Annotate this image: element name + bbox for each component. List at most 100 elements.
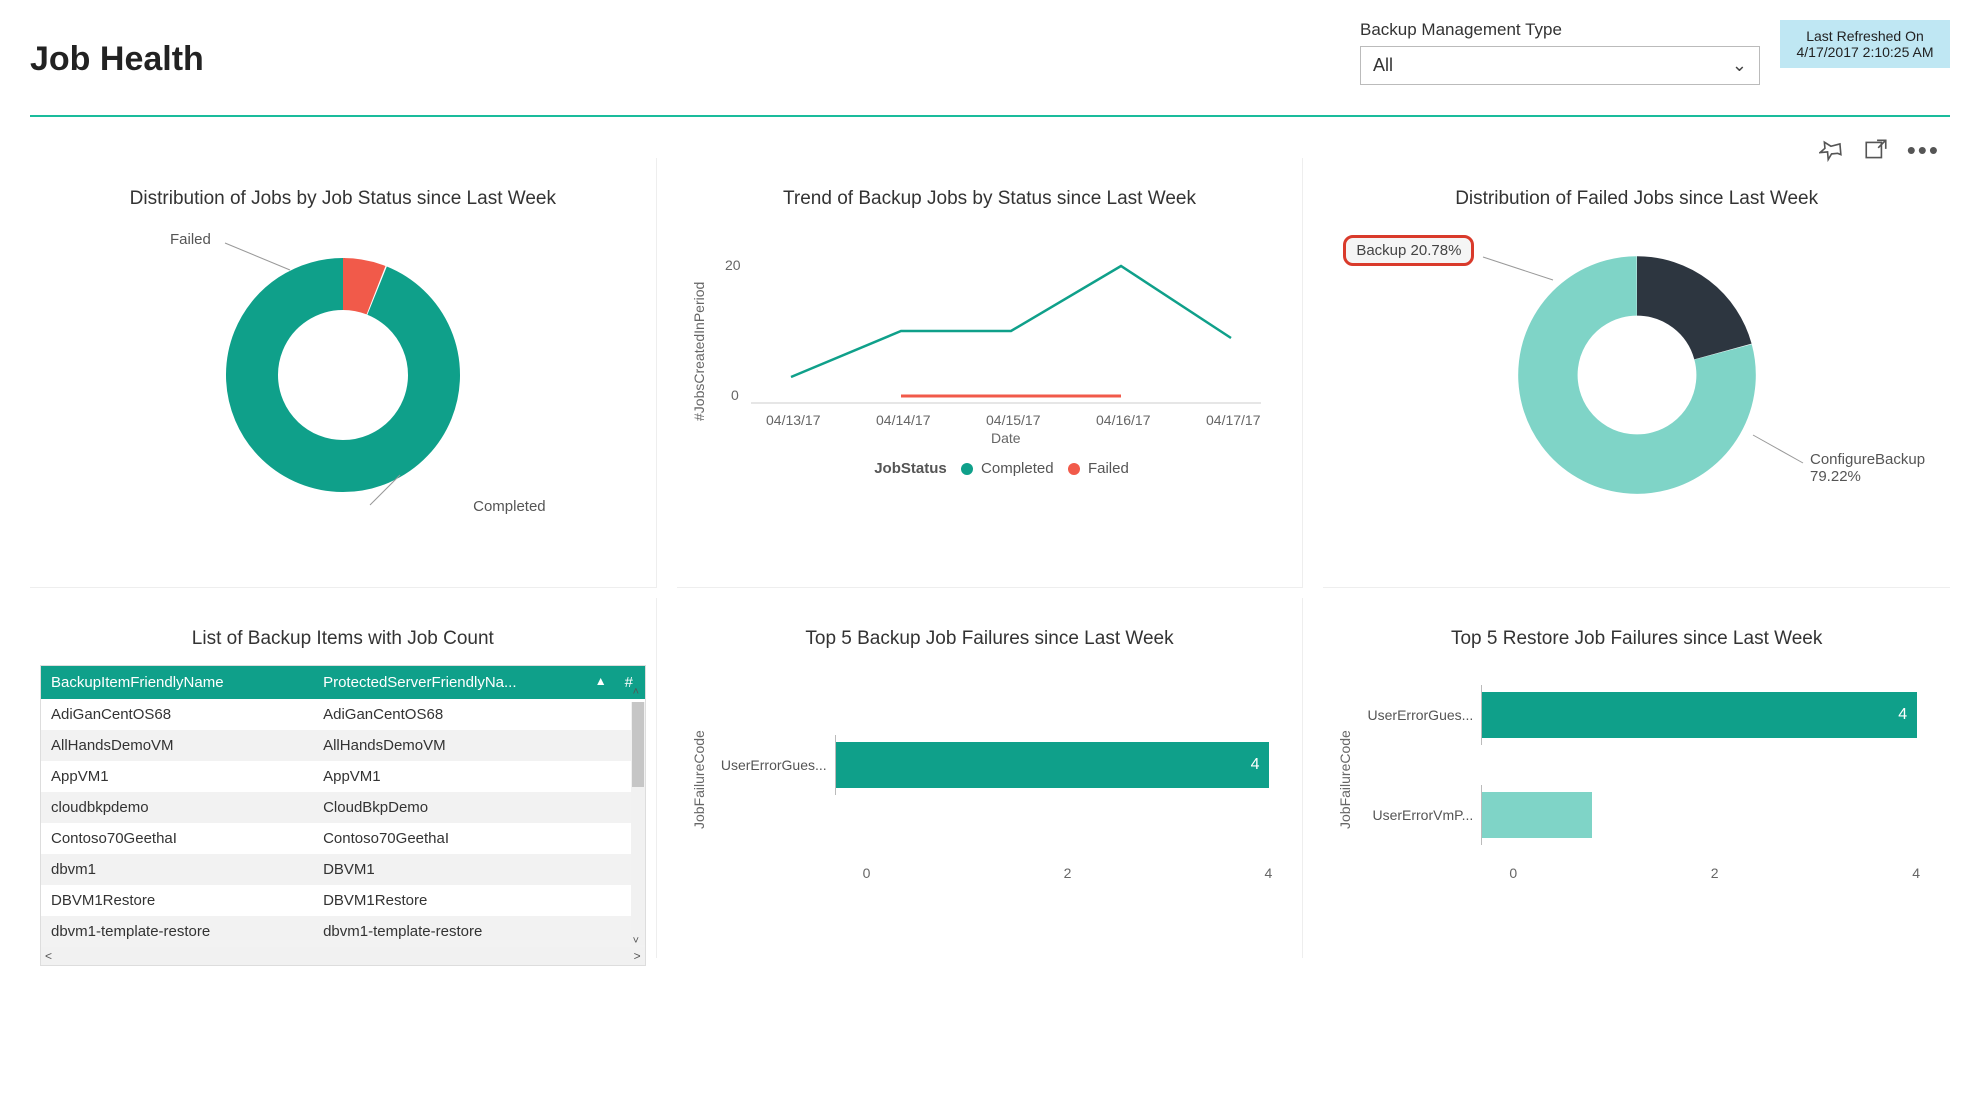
filter-backup-mgmt-type: Backup Management Type All ⌄ [1360, 20, 1760, 85]
y-axis-label: #JobsCreatedInPeriod [687, 225, 711, 477]
cell-protectedserver: AllHandsDemoVM [313, 730, 615, 761]
xtick: 2 [1711, 865, 1719, 881]
table-row[interactable]: AppVM1AppVM1 [41, 761, 645, 792]
svg-text:Date: Date [991, 430, 1021, 445]
filter-label: Backup Management Type [1360, 20, 1760, 40]
cell-protectedserver: DBVM1Restore [313, 885, 615, 916]
x-axis: 0 2 4 [1509, 865, 1940, 881]
svg-text:04/14/17: 04/14/17 [876, 412, 931, 428]
swatch-failed [1068, 463, 1080, 475]
svg-text:04/17/17: 04/17/17 [1206, 412, 1261, 428]
bar-category: UserErrorGues... [1361, 707, 1481, 723]
table-row[interactable]: AllHandsDemoVMAllHandsDemoVM [41, 730, 645, 761]
bar-fill: 4 [1482, 692, 1917, 738]
donut-chart: Failed Completed [40, 225, 646, 525]
table-row[interactable]: AdiGanCentOS68AdiGanCentOS68 [41, 699, 645, 730]
filter-value: All [1373, 55, 1393, 76]
donut-svg [1502, 240, 1772, 510]
scroll-up-icon[interactable]: ˄ [633, 686, 639, 698]
xtick: 0 [1509, 865, 1517, 881]
bar-row: UserErrorGues... 4 [715, 735, 1293, 795]
label-configure-pct: 79.22% [1810, 468, 1861, 485]
table-row[interactable]: DBVM1RestoreDBVM1Restore [41, 885, 645, 916]
sort-asc-icon: ▲ [595, 674, 607, 688]
panel-title: Top 5 Backup Job Failures since Last Wee… [687, 628, 1293, 650]
vertical-scrollbar[interactable]: ˄ ˅ [631, 702, 645, 945]
legend: JobStatus Completed Failed [711, 460, 1293, 477]
refresh-time: 4/17/2017 2:10:25 AM [1794, 44, 1936, 60]
panel-backup-failures-bar[interactable]: Top 5 Backup Job Failures since Last Wee… [677, 598, 1304, 958]
table-row[interactable]: dbvm1-template-restoredbvm1-template-res… [41, 916, 645, 947]
panel-title: List of Backup Items with Job Count [40, 628, 646, 650]
xtick: 2 [1064, 865, 1072, 881]
cell-protectedserver: Contoso70GeethaI [313, 823, 615, 854]
donut-svg [213, 245, 473, 505]
bar-fill [1482, 792, 1592, 838]
xtick: 4 [1912, 865, 1920, 881]
svg-text:04/15/17: 04/15/17 [986, 412, 1041, 428]
y-axis-label: JobFailureCode [1333, 665, 1357, 895]
label-failed: Failed [170, 231, 211, 248]
line-svg: 0 20 04/13/17 04/14/17 04/15/17 04/16/17… [711, 225, 1271, 445]
dashboard-grid: Distribution of Jobs by Job Status since… [30, 158, 1950, 958]
header-right: Backup Management Type All ⌄ Last Refres… [1360, 20, 1950, 85]
cell-backupitem: cloudbkpdemo [41, 792, 313, 823]
legend-completed: Completed [981, 460, 1054, 477]
swatch-completed [961, 463, 973, 475]
table-row[interactable]: cloudbkpdemoCloudBkpDemo [41, 792, 645, 823]
table-wrap: BackupItemFriendlyName ProtectedServerFr… [40, 665, 646, 966]
table: BackupItemFriendlyName ProtectedServerFr… [41, 666, 645, 947]
xtick: 0 [863, 865, 871, 881]
panel-restore-failures-bar[interactable]: Top 5 Restore Job Failures since Last We… [1323, 598, 1950, 958]
refresh-label: Last Refreshed On [1794, 28, 1936, 44]
table-header-row: BackupItemFriendlyName ProtectedServerFr… [41, 666, 645, 699]
header: Job Health Backup Management Type All ⌄ … [30, 10, 1950, 105]
scroll-left-icon[interactable]: < [45, 949, 52, 963]
cell-backupitem: AdiGanCentOS68 [41, 699, 313, 730]
cell-backupitem: dbvm1 [41, 854, 313, 885]
panel-trend-line[interactable]: Trend of Backup Jobs by Status since Las… [677, 158, 1304, 588]
line-chart: #JobsCreatedInPeriod 0 20 04/13/17 04/14… [687, 225, 1293, 477]
bar-category: UserErrorGues... [715, 757, 835, 773]
xtick: 4 [1265, 865, 1273, 881]
svg-text:04/16/17: 04/16/17 [1096, 412, 1151, 428]
callout-backup: Backup 20.78% [1343, 235, 1474, 266]
label-configure-name: ConfigureBackup [1810, 451, 1925, 468]
cell-protectedserver: DBVM1 [313, 854, 615, 885]
label-completed: Completed [473, 498, 546, 515]
cell-protectedserver: dbvm1-template-restore [313, 916, 615, 947]
col-backupitem[interactable]: BackupItemFriendlyName [41, 666, 313, 699]
donut-chart: Backup 20.78% ConfigureBackup 79.22% [1333, 225, 1940, 525]
panel-failed-donut[interactable]: Distribution of Failed Jobs since Last W… [1323, 158, 1950, 588]
table-row[interactable]: Contoso70GeethaIContoso70GeethaI [41, 823, 645, 854]
panel-title: Distribution of Jobs by Job Status since… [40, 188, 646, 210]
scroll-thumb[interactable] [632, 702, 644, 787]
cell-backupitem: AllHandsDemoVM [41, 730, 313, 761]
cell-protectedserver: CloudBkpDemo [313, 792, 615, 823]
bar-fill: 4 [836, 742, 1270, 788]
panel-job-status-donut[interactable]: Distribution of Jobs by Job Status since… [30, 158, 657, 588]
cell-backupitem: AppVM1 [41, 761, 313, 792]
divider [30, 115, 1950, 117]
chevron-down-icon: ⌄ [1732, 55, 1747, 76]
filter-select[interactable]: All ⌄ [1360, 46, 1760, 85]
scroll-down-icon[interactable]: ˅ [633, 935, 639, 947]
last-refreshed-box: Last Refreshed On 4/17/2017 2:10:25 AM [1780, 20, 1950, 68]
cell-protectedserver: AppVM1 [313, 761, 615, 792]
col-protectedserver[interactable]: ProtectedServerFriendlyNa...▲ [313, 666, 615, 699]
bar-chart: JobFailureCode UserErrorGues... 4 UserEr… [1333, 665, 1940, 895]
table-row[interactable]: dbvm1DBVM1 [41, 854, 645, 885]
panel-title: Top 5 Restore Job Failures since Last We… [1333, 628, 1940, 650]
cell-backupitem: Contoso70GeethaI [41, 823, 313, 854]
col-count[interactable]: # [615, 666, 645, 699]
svg-text:0: 0 [731, 387, 739, 403]
horizontal-scrollbar[interactable]: < > [41, 947, 645, 965]
y-axis-label: JobFailureCode [687, 665, 711, 895]
svg-text:04/13/17: 04/13/17 [766, 412, 821, 428]
panel-title: Trend of Backup Jobs by Status since Las… [687, 188, 1293, 210]
panel-backup-items-table[interactable]: List of Backup Items with Job Count Back… [30, 598, 657, 958]
label-configure: ConfigureBackup 79.22% [1810, 451, 1950, 485]
legend-title: JobStatus [874, 460, 947, 477]
scroll-right-icon[interactable]: > [634, 949, 641, 963]
panel-title: Distribution of Failed Jobs since Last W… [1333, 188, 1940, 210]
